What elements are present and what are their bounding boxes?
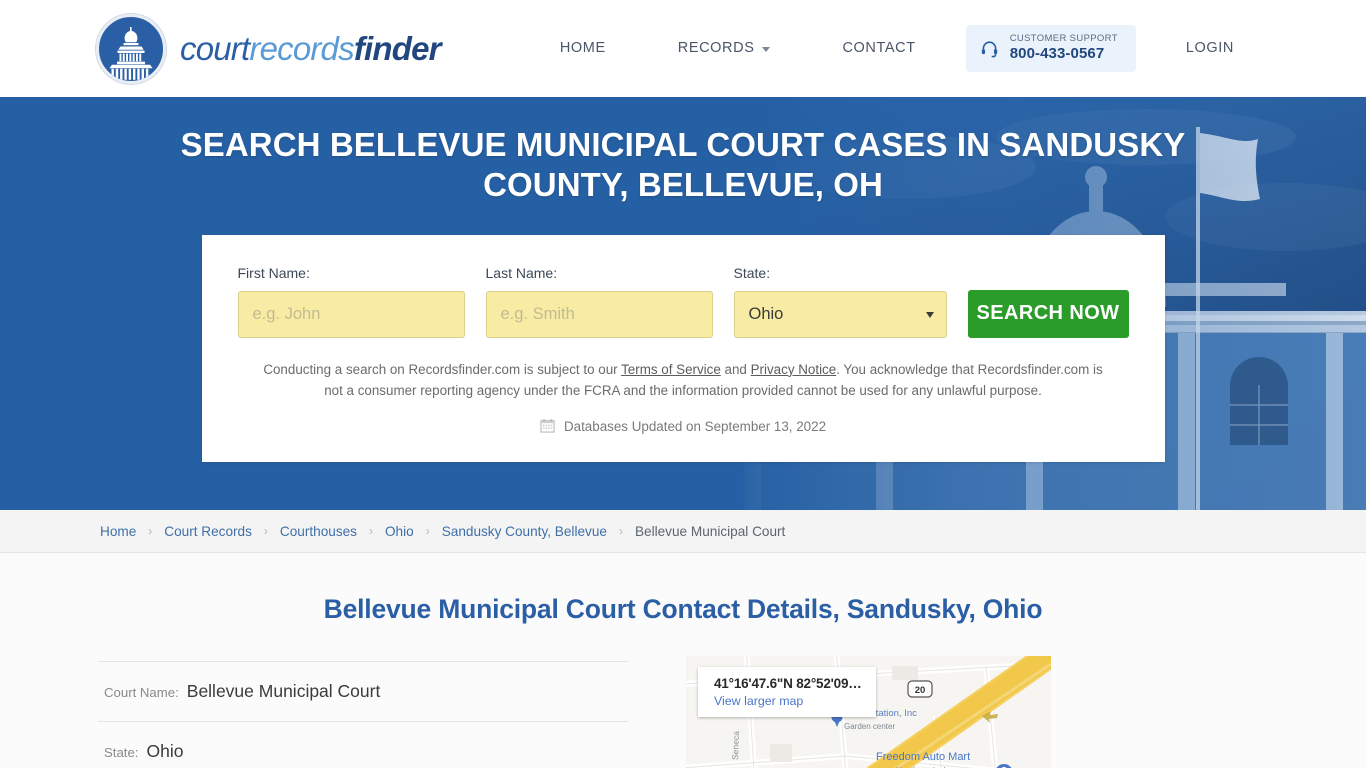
- breadcrumb-item-court-records[interactable]: Court Records: [164, 524, 252, 539]
- search-disclaimer: Conducting a search on Recordsfinder.com…: [238, 359, 1129, 402]
- court-search-form: First Name: Last Name: State: Ohio: [237, 264, 1129, 338]
- map-street-seneca: Seneca: [730, 731, 741, 760]
- breadcrumb-item-home[interactable]: Home: [100, 524, 136, 539]
- customer-support-label: CUSTOMER SUPPORT: [1009, 33, 1118, 45]
- svg-text:20: 20: [915, 685, 926, 696]
- breadcrumb: Home › Court Records › Courthouses › Ohi…: [98, 524, 1268, 539]
- breadcrumb-separator-icon: ›: [618, 524, 623, 538]
- breadcrumb-bar: Home › Court Records › Courthouses › Ohi…: [0, 510, 1366, 553]
- main-content: Bellevue Municipal Court Contact Details…: [98, 553, 1268, 768]
- breadcrumb-item-current: Bellevue Municipal Court: [634, 523, 786, 539]
- hero-section: SEARCH BELLEVUE MUNICIPAL COURT CASES IN…: [0, 97, 1366, 510]
- nav-item-home[interactable]: HOME: [524, 40, 642, 56]
- detail-value-court-name: Bellevue Municipal Court: [186, 681, 381, 701]
- search-now-button[interactable]: SEARCH NOW: [967, 289, 1129, 338]
- nav-item-contact[interactable]: CONTACT: [806, 40, 951, 56]
- last-name-field-group: Last Name:: [485, 264, 713, 338]
- breadcrumb-item-sandusky-county-bellevue[interactable]: Sandusky County, Bellevue: [442, 524, 607, 539]
- first-name-label: First Name:: [237, 264, 310, 281]
- search-form-card: First Name: Last Name: State: Ohio: [201, 234, 1165, 462]
- page-title: Bellevue Municipal Court Contact Details…: [323, 594, 1043, 624]
- nav-item-records[interactable]: RECORDS: [642, 40, 807, 56]
- view-larger-map-link[interactable]: View larger map: [714, 694, 862, 708]
- map-info-card: 41°16'47.6"N 82°52'09… View larger map: [698, 667, 876, 717]
- state-field-group: State: Ohio: [733, 264, 947, 338]
- detail-value-state: Ohio: [146, 741, 184, 761]
- brand-part-court: court: [180, 29, 250, 67]
- headset-icon: [980, 39, 999, 58]
- detail-label-court-name: Court Name:: [104, 685, 179, 700]
- detail-row-state: State: Ohio: [98, 721, 628, 768]
- breadcrumb-separator-icon: ›: [263, 524, 268, 538]
- state-select[interactable]: Ohio: [733, 290, 947, 338]
- site-header: courtrecordsfinder HOME RECORDS CONTACT: [0, 0, 1366, 97]
- brand-part-records: records: [249, 29, 354, 67]
- nav-item-login[interactable]: LOGIN: [1150, 40, 1270, 56]
- map-coordinates: 41°16'47.6"N 82°52'09…: [714, 676, 862, 691]
- detail-row-court-name: Court Name: Bellevue Municipal Court: [98, 661, 628, 721]
- content-columns: Court Name: Bellevue Municipal Court Sta…: [98, 656, 1268, 768]
- databases-updated: Databases Updated on September 13, 2022: [238, 418, 1129, 436]
- last-name-input[interactable]: [485, 290, 713, 338]
- hero-title: SEARCH BELLEVUE MUNICIPAL COURT CASES IN…: [180, 126, 1186, 204]
- first-name-field-group: First Name:: [237, 264, 465, 338]
- first-name-input[interactable]: [237, 290, 465, 338]
- chevron-down-icon: [762, 46, 771, 52]
- site-logo[interactable]: courtrecordsfinder: [96, 13, 442, 84]
- customer-support-button[interactable]: CUSTOMER SUPPORT 800-433-0567: [965, 25, 1136, 72]
- privacy-notice-link[interactable]: Privacy Notice: [751, 362, 837, 377]
- location-map[interactable]: 20 lantation, Inc Garden center Freedom …: [686, 656, 1051, 768]
- brand-part-finder: finder: [353, 29, 442, 67]
- detail-label-state: State:: [104, 745, 139, 760]
- nav-item-login-label: LOGIN: [1185, 40, 1234, 57]
- breadcrumb-item-courthouses[interactable]: Courthouses: [280, 524, 357, 539]
- nav-item-contact-label: CONTACT: [842, 40, 916, 57]
- customer-support-phone: 800-433-0567: [1009, 45, 1105, 63]
- state-label: State:: [733, 264, 771, 281]
- breadcrumb-separator-icon: ›: [425, 524, 430, 538]
- nav-item-records-label: RECORDS: [677, 40, 755, 57]
- terms-of-service-link[interactable]: Terms of Service: [621, 362, 721, 377]
- map-label-business-2: Freedom Auto Mart: [876, 751, 970, 763]
- main-navigation: HOME RECORDS CONTACT CUSTOMER SUPPORT 80…: [524, 25, 1270, 72]
- databases-updated-text: Databases Updated on September 13, 2022: [563, 419, 827, 435]
- breadcrumb-item-ohio[interactable]: Ohio: [385, 524, 414, 539]
- nav-item-home-label: HOME: [559, 40, 606, 57]
- map-label-business-1-category: Garden center: [844, 722, 895, 731]
- disclaimer-text-1: Conducting a search on Recordsfinder.com…: [263, 361, 622, 377]
- brand-wordmark: courtrecordsfinder: [180, 29, 442, 68]
- capitol-dome-icon: [96, 13, 166, 84]
- calendar-icon: [540, 418, 555, 436]
- disclaimer-text-2: and: [720, 361, 751, 377]
- last-name-label: Last Name:: [485, 264, 558, 281]
- court-details-list: Court Name: Bellevue Municipal Court Sta…: [98, 661, 628, 768]
- breadcrumb-separator-icon: ›: [148, 524, 153, 538]
- breadcrumb-separator-icon: ›: [368, 524, 373, 538]
